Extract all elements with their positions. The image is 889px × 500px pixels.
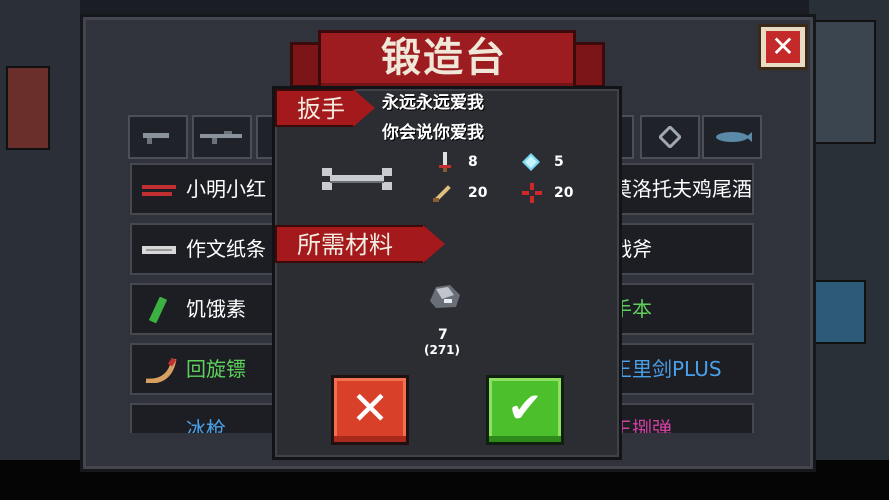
speech-text-line2: 你会说你爱我 <box>382 123 484 143</box>
fish-gun-icon <box>716 132 752 142</box>
weapon-name-ribbon: 扳手 <box>275 89 375 127</box>
tab-rifle[interactable] <box>192 115 252 159</box>
wrench-icon <box>322 168 392 190</box>
crit-stat-icon <box>433 185 451 202</box>
materials-ribbon: 所需材料 <box>275 225 445 263</box>
tab-pistol[interactable] <box>128 115 188 159</box>
confirm-button[interactable]: ✔ <box>486 375 564 445</box>
weapon-name: 饥饿素 <box>186 297 246 321</box>
pistol-icon <box>143 133 169 144</box>
weapon-name-right: 莫洛托夫鸡尾酒 <box>612 177 752 201</box>
damage-value: 8 <box>468 154 478 170</box>
close-button[interactable]: ✕ <box>758 24 808 70</box>
iron-ore-icon <box>430 285 460 308</box>
check-icon: ✔ <box>507 383 543 432</box>
weapon-name-label: 扳手 <box>297 95 345 123</box>
background-npc <box>6 66 50 150</box>
close-icon: ✕ <box>350 381 390 435</box>
rifle-icon <box>200 131 242 144</box>
tab-fish-gun[interactable] <box>702 115 762 159</box>
background-machine <box>812 280 866 344</box>
sword-stat-icon <box>439 152 451 172</box>
weapon-name: 回旋镖 <box>186 357 246 381</box>
weapon-name: 作文纸条 <box>186 237 266 261</box>
crit-value: 20 <box>468 185 488 201</box>
accuracy-stat-icon <box>522 183 542 203</box>
boomerang-icon <box>145 357 177 383</box>
material-required-count: 7 <box>438 327 448 343</box>
syringe-icon <box>148 297 168 323</box>
material-owned-count: (271) <box>424 343 461 357</box>
background-crate <box>812 20 876 144</box>
materials-label: 所需材料 <box>297 231 393 259</box>
cancel-button[interactable]: ✕ <box>331 375 409 445</box>
weapon-name: 冰枪 <box>186 417 226 433</box>
energy-value: 5 <box>554 154 564 170</box>
knife-icon <box>142 185 176 196</box>
accuracy-value: 20 <box>554 185 574 201</box>
weapon-name: 小明小红 <box>186 177 266 201</box>
weapon-name-right: 王里剑PLUS <box>612 357 722 381</box>
speech-text-line1: 永远永远爱我 <box>382 93 484 113</box>
energy-stat-icon <box>522 153 540 171</box>
orb-icon <box>657 124 683 150</box>
close-icon: ✕ <box>766 31 800 63</box>
tab-orb[interactable] <box>640 115 700 159</box>
page-title: 锻造台 <box>381 35 507 81</box>
paper-note-icon <box>142 246 176 254</box>
